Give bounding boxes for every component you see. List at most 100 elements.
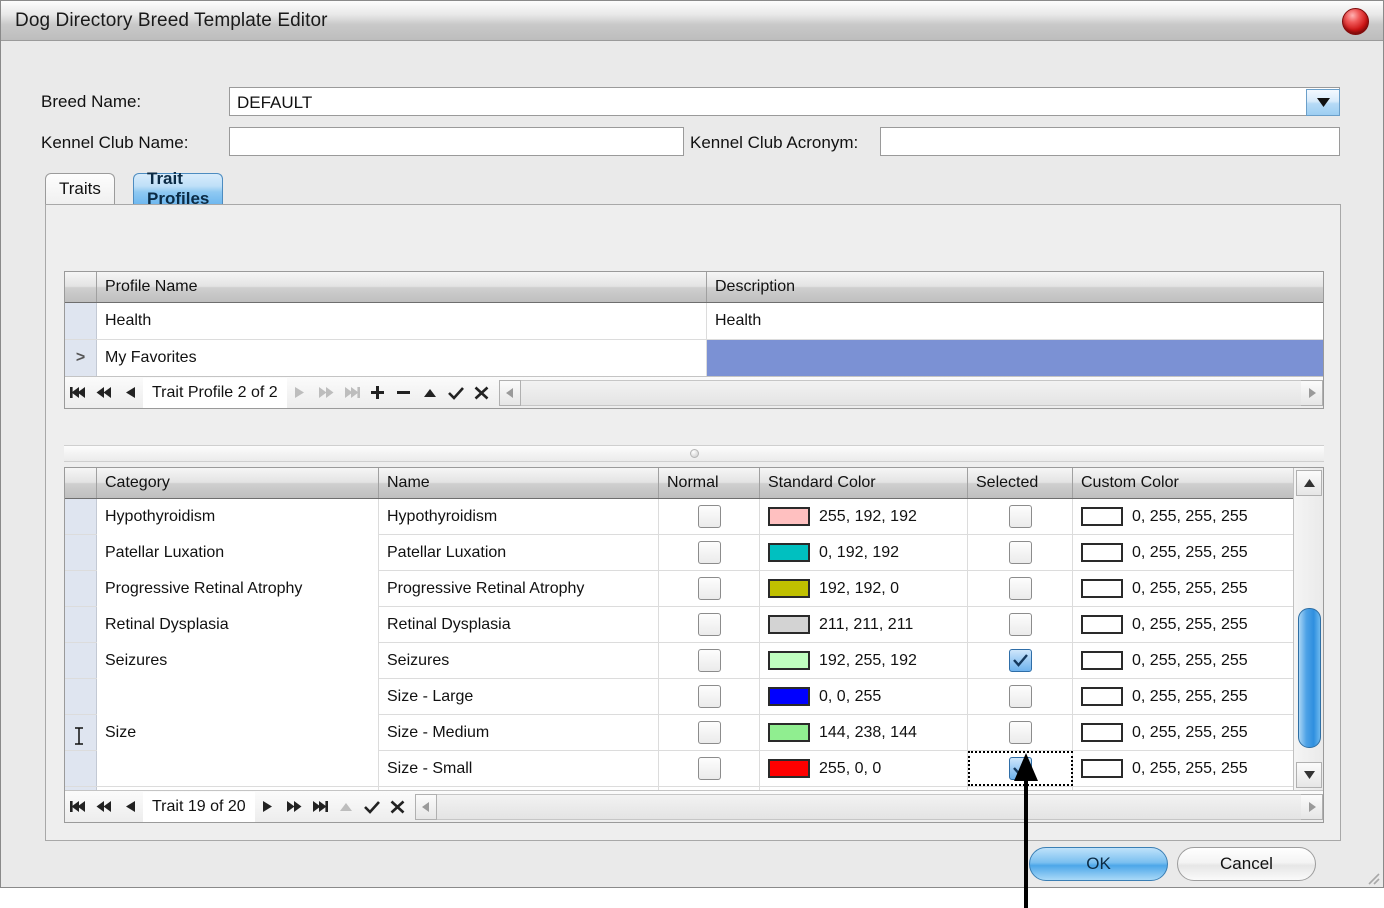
scroll-left-icon[interactable] [499,380,521,406]
column-header-custom-color[interactable]: Custom Color [1073,468,1293,498]
cell-category[interactable]: Patellar Luxation [97,535,379,571]
go-next-icon[interactable] [287,378,313,408]
go-next-icon[interactable] [255,792,281,822]
checkbox-unchecked-icon[interactable] [1009,721,1032,744]
cell-name[interactable]: Retinal Dysplasia [379,607,659,642]
resize-grip-icon[interactable] [1364,869,1380,885]
go-last-icon[interactable] [339,378,365,408]
cell-custom-color[interactable]: 0, 255, 255, 255 [1073,535,1293,570]
cell-normal-checkbox[interactable] [659,535,760,570]
check-icon[interactable] [359,792,385,822]
close-icon[interactable] [1342,8,1369,35]
breed-name-input[interactable]: DEFAULT [229,87,1340,116]
go-prev-icon[interactable] [117,378,143,408]
table-row[interactable]: SeizuresSeizures 192, 255, 192 0, 255, 255… [65,643,1293,679]
scroll-right-icon[interactable] [1301,380,1323,406]
horizontal-scrollbar[interactable] [499,379,1323,407]
cell-profile-name[interactable]: Health [97,303,707,339]
scroll-down-icon[interactable] [1296,762,1322,788]
tab-traits[interactable]: Traits [45,173,115,204]
go-prev-icon[interactable] [117,792,143,822]
check-icon[interactable] [443,378,469,408]
table-row[interactable]: Health Health [65,303,1323,340]
column-header-selected[interactable]: Selected [968,468,1073,498]
checkbox-unchecked-icon[interactable] [698,541,721,564]
cell-category[interactable]: Retinal Dysplasia [97,607,379,643]
cell-standard-color[interactable]: 192, 255, 192 [760,643,968,678]
column-header-normal[interactable]: Normal [659,468,760,498]
cell-normal-checkbox[interactable] [659,751,760,786]
cell-normal-checkbox[interactable] [659,679,760,714]
cell-selected-checkbox[interactable] [968,535,1073,570]
cell-normal-checkbox[interactable] [659,715,760,750]
cell-custom-color[interactable]: 0, 255, 255, 255 [1073,715,1293,750]
cell-custom-color[interactable]: 0, 255, 255, 255 [1073,607,1293,642]
go-first-icon[interactable] [65,792,91,822]
checkbox-unchecked-icon[interactable] [1009,541,1032,564]
cell-standard-color[interactable]: 255, 0, 0 [760,751,968,786]
x-icon[interactable] [469,378,495,408]
cell-standard-color[interactable]: 192, 192, 0 [760,571,968,606]
go-next-page-icon[interactable] [313,378,339,408]
checkbox-unchecked-icon[interactable] [1009,505,1032,528]
cell-name[interactable]: Seizures [379,643,659,678]
cell-selected-checkbox[interactable] [968,499,1073,534]
checkbox-unchecked-icon[interactable] [698,685,721,708]
cell-normal-checkbox[interactable] [659,643,760,678]
cell-category[interactable]: Size [97,679,379,787]
traits-grid[interactable]: Category Name Normal Standard Color Sele… [64,467,1324,823]
cell-profile-name[interactable]: My Favorites [97,340,707,376]
table-row[interactable]: Retinal DysplasiaRetinal Dysplasia 211, 2… [65,607,1293,643]
table-row[interactable]: Patellar LuxationPatellar Luxation 0, 192… [65,535,1293,571]
tab-trait-profiles[interactable]: Trait Profiles [133,173,223,204]
cell-selected-checkbox[interactable] [968,715,1073,750]
cell-standard-color[interactable]: 0, 0, 255 [760,679,968,714]
cell-name[interactable]: Patellar Luxation [379,535,659,570]
cell-custom-color[interactable]: 0, 255, 255, 255 [1073,643,1293,678]
cell-category[interactable]: Progressive Retinal Atrophy [97,571,379,607]
kennel-club-acronym-input[interactable] [880,127,1340,156]
cell-name[interactable]: Size - Small [379,751,659,786]
cell-standard-color[interactable]: 0, 192, 192 [760,535,968,570]
table-row[interactable]: HypothyroidismHypothyroidism 255, 192, 19… [65,499,1293,535]
cell-name[interactable]: Progressive Retinal Atrophy [379,571,659,606]
cell-selected-checkbox[interactable] [968,679,1073,714]
minus-icon[interactable] [391,378,417,408]
checkbox-unchecked-icon[interactable] [698,577,721,600]
cell-name[interactable]: Size - Medium [379,715,659,750]
caret-up-icon[interactable] [417,378,443,408]
vertical-scrollbar-thumb[interactable] [1298,608,1321,748]
cell-standard-color[interactable]: 144, 238, 144 [760,715,968,750]
cell-name[interactable]: Size - Large [379,679,659,714]
scroll-up-icon[interactable] [1296,470,1322,496]
cell-standard-color[interactable]: 211, 211, 211 [760,607,968,642]
cell-custom-color[interactable]: 0, 255, 255, 255 [1073,571,1293,606]
cell-description[interactable]: Health [707,303,1323,339]
horizontal-scrollbar-track[interactable] [437,794,1301,820]
column-header-description[interactable]: Description [707,272,1323,302]
column-header-category[interactable]: Category [97,468,379,498]
scroll-right-icon[interactable] [1301,794,1323,820]
horizontal-scrollbar[interactable] [415,793,1323,821]
cell-custom-color[interactable]: 0, 255, 255, 255 [1073,499,1293,534]
checkbox-unchecked-icon[interactable] [698,613,721,636]
grid-splitter[interactable] [64,445,1324,462]
vertical-scrollbar[interactable] [1293,468,1323,790]
go-prev-page-icon[interactable] [91,378,117,408]
ok-button[interactable]: OK [1029,847,1168,881]
cell-description-selected[interactable] [707,340,1323,376]
cell-custom-color[interactable]: 0, 255, 255, 255 [1073,679,1293,714]
table-row[interactable]: > My Favorites [65,340,1323,377]
cell-selected-checkbox[interactable] [968,643,1073,678]
cell-normal-checkbox[interactable] [659,571,760,606]
go-last-icon[interactable] [307,792,333,822]
plus-icon[interactable] [365,378,391,408]
checkbox-unchecked-icon[interactable] [1009,613,1032,636]
cancel-button[interactable]: Cancel [1177,847,1316,881]
cell-standard-color[interactable]: 255, 192, 192 [760,499,968,534]
cell-category[interactable]: Seizures [97,643,379,679]
cell-name[interactable]: Hypothyroidism [379,499,659,534]
column-header-standard-color[interactable]: Standard Color [760,468,968,498]
cell-category[interactable]: Hypothyroidism [97,499,379,535]
cell-normal-checkbox[interactable] [659,499,760,534]
